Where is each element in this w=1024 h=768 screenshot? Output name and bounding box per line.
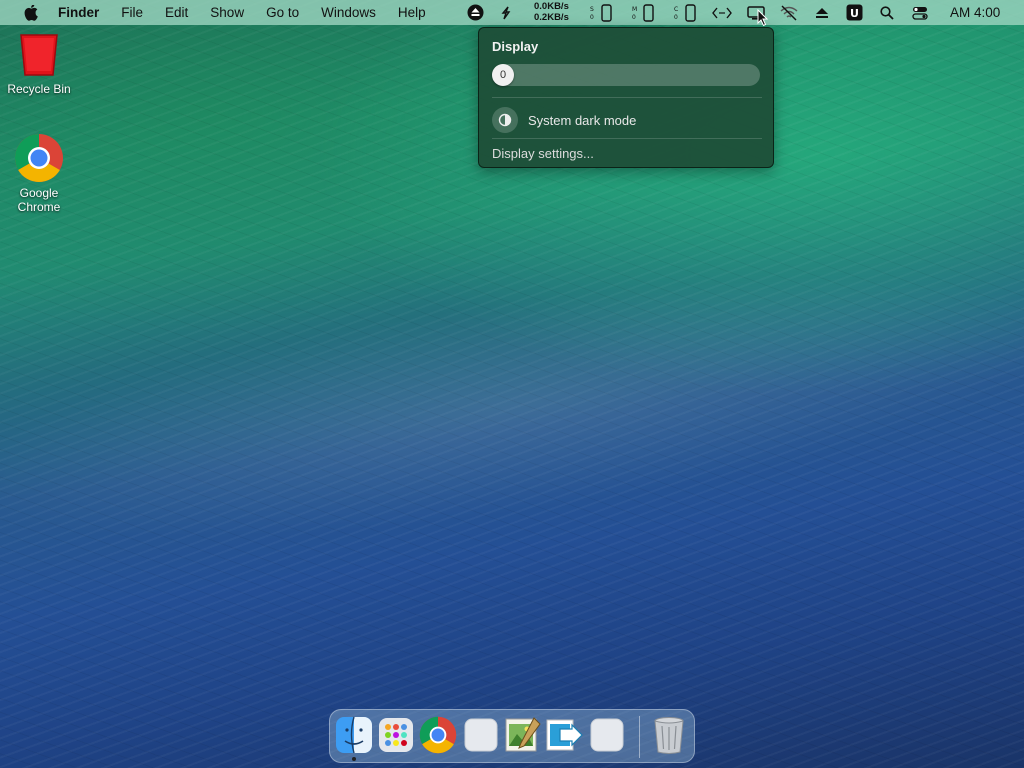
menu-windows[interactable]: Windows — [310, 0, 387, 25]
divider — [492, 138, 762, 139]
search-icon[interactable] — [880, 4, 894, 21]
svg-text:C: C — [674, 6, 678, 13]
dock-migration[interactable] — [546, 715, 584, 755]
code-icon[interactable] — [712, 4, 732, 21]
dark-mode-icon[interactable] — [492, 107, 518, 133]
dock-app-blank[interactable] — [462, 715, 500, 755]
u-app-icon[interactable]: U — [846, 4, 863, 21]
eject-circle-icon[interactable] — [467, 4, 484, 21]
chrome-icon — [14, 134, 63, 183]
download-speed: 0.0KB/s — [534, 1, 569, 12]
menu-app-finder[interactable]: Finder — [58, 0, 110, 25]
svg-text:M: M — [632, 6, 637, 13]
battery-s-icon[interactable]: S0 — [590, 3, 614, 22]
menu-edit[interactable]: Edit — [154, 0, 199, 25]
dock-separator — [639, 716, 640, 758]
finder-icon — [336, 716, 372, 754]
svg-text:S: S — [590, 6, 594, 13]
brightness-slider[interactable]: 0 — [492, 64, 760, 86]
apple-menu-icon[interactable] — [20, 4, 42, 21]
desktop-icon-google-chrome[interactable]: Google Chrome — [1, 133, 77, 214]
sync-icon[interactable] — [501, 4, 511, 21]
dock — [329, 709, 695, 763]
control-center-icon[interactable] — [912, 4, 928, 21]
recycle-bin-icon — [20, 34, 58, 76]
display-settings-link[interactable]: Display settings... — [492, 146, 594, 161]
svg-text:0: 0 — [590, 14, 594, 21]
trash-icon — [654, 717, 684, 754]
blank-app-icon — [464, 718, 498, 752]
network-speed[interactable]: 0.0KB/s 0.2KB/s — [534, 1, 569, 23]
menu-show[interactable]: Show — [199, 0, 255, 25]
desktop-icon-label: Google Chrome — [17, 186, 61, 214]
dark-mode-label: System dark mode — [528, 112, 637, 128]
eject-icon[interactable] — [815, 4, 829, 21]
dock-launchpad[interactable] — [377, 715, 415, 755]
desktop-icon-label: Recycle Bin — [7, 82, 71, 96]
menu-go-to[interactable]: Go to — [255, 0, 310, 25]
battery-c-icon[interactable]: C0 — [674, 3, 698, 22]
blank-app-icon — [590, 718, 624, 752]
display-popup: Display 0 System dark mode Display setti… — [478, 27, 774, 168]
mouse-cursor-icon — [757, 9, 769, 27]
chrome-icon — [419, 716, 457, 754]
battery-m-icon[interactable]: M0 — [632, 3, 656, 22]
dock-app-blank-2[interactable] — [588, 715, 626, 755]
brightness-slider-knob[interactable]: 0 — [492, 64, 514, 86]
dock-trash[interactable] — [650, 715, 688, 755]
migration-icon — [546, 719, 583, 751]
menu-clock[interactable]: AM 4:00 — [950, 0, 1000, 25]
desktop-icon-recycle-bin[interactable]: Recycle Bin — [1, 31, 77, 96]
dock-image-viewer[interactable] — [504, 715, 542, 755]
running-indicator — [352, 757, 356, 761]
dock-chrome[interactable] — [419, 715, 457, 755]
svg-text:0: 0 — [632, 14, 636, 21]
popup-title: Display — [492, 39, 539, 54]
menu-file[interactable]: File — [110, 0, 154, 25]
svg-text:U: U — [850, 7, 859, 20]
menu-bar: Finder File Edit Show Go to Windows Help — [0, 0, 1024, 25]
dock-finder[interactable] — [335, 715, 373, 755]
image-viewer-icon — [505, 717, 541, 752]
dark-mode-row[interactable]: System dark mode — [492, 107, 762, 133]
menu-help[interactable]: Help — [387, 0, 437, 25]
upload-speed: 0.2KB/s — [534, 11, 569, 23]
wallpaper-highlight — [0, 207, 1024, 607]
launchpad-icon — [379, 718, 413, 752]
divider — [492, 97, 762, 98]
svg-text:0: 0 — [674, 14, 678, 21]
wifi-off-icon[interactable] — [779, 4, 799, 21]
